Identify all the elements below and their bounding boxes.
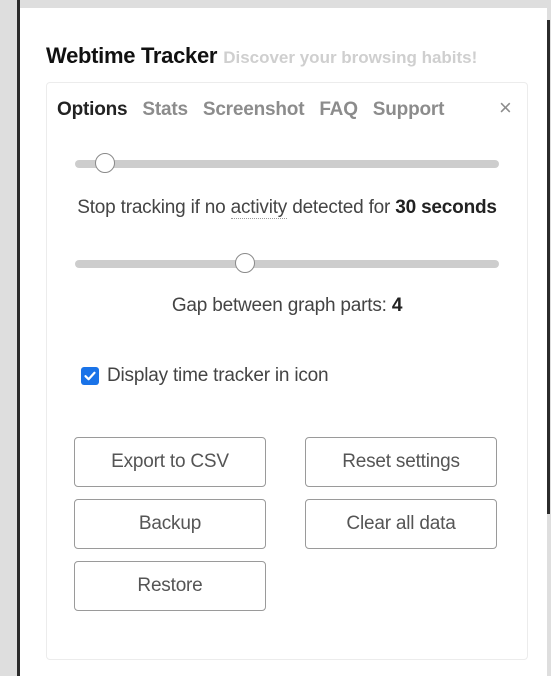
graph-gap-caption-prefix: Gap between graph parts: — [171, 295, 387, 316]
idle-caption-activity: activity — [230, 197, 288, 219]
idle-timeout-caption: Stop tracking if no activity detected fo… — [47, 197, 527, 219]
extension-popup: Webtime Tracker Discover your browsing ha… — [20, 8, 547, 676]
clear-all-data-button[interactable]: Clear all data — [305, 499, 497, 549]
checkmark-icon — [84, 371, 96, 381]
export-csv-button[interactable]: Export to CSV — [74, 437, 266, 487]
app-tagline: Discover your browsing habits! — [223, 48, 478, 67]
graph-gap-slider[interactable] — [75, 253, 499, 273]
tab-bar: Options Stats Screenshot FAQ Support — [57, 99, 444, 121]
tab-faq[interactable]: FAQ — [319, 99, 358, 121]
idle-timeout-value: 30 seconds — [395, 197, 497, 218]
idle-caption-middle: detected for — [292, 197, 391, 218]
display-icon-checkbox[interactable] — [81, 367, 99, 385]
graph-gap-value: 4 — [391, 295, 403, 316]
tab-options[interactable]: Options — [57, 99, 128, 121]
graph-gap-slider-thumb[interactable] — [234, 253, 255, 273]
idle-caption-prefix: Stop tracking if no — [77, 197, 226, 218]
popup-header: Webtime Tracker Discover your browsing ha… — [46, 43, 477, 69]
app-title: Webtime Tracker — [46, 43, 218, 68]
graph-gap-caption: Gap between graph parts: 4 — [47, 295, 527, 317]
tab-support[interactable]: Support — [373, 99, 445, 121]
restore-button[interactable]: Restore — [74, 561, 266, 611]
display-icon-label: Display time tracker in icon — [107, 365, 329, 386]
display-icon-option[interactable]: Display time tracker in icon — [81, 365, 329, 387]
reset-settings-button[interactable]: Reset settings — [305, 437, 497, 487]
idle-timeout-slider-thumb[interactable] — [94, 153, 115, 173]
options-panel: Options Stats Screenshot FAQ Support × S… — [46, 82, 528, 660]
tab-screenshot[interactable]: Screenshot — [203, 99, 305, 121]
backup-button[interactable]: Backup — [74, 499, 266, 549]
idle-timeout-slider[interactable] — [75, 153, 499, 173]
scrollbar[interactable] — [547, 20, 550, 514]
tab-stats[interactable]: Stats — [142, 99, 188, 121]
close-icon[interactable]: × — [499, 97, 512, 119]
